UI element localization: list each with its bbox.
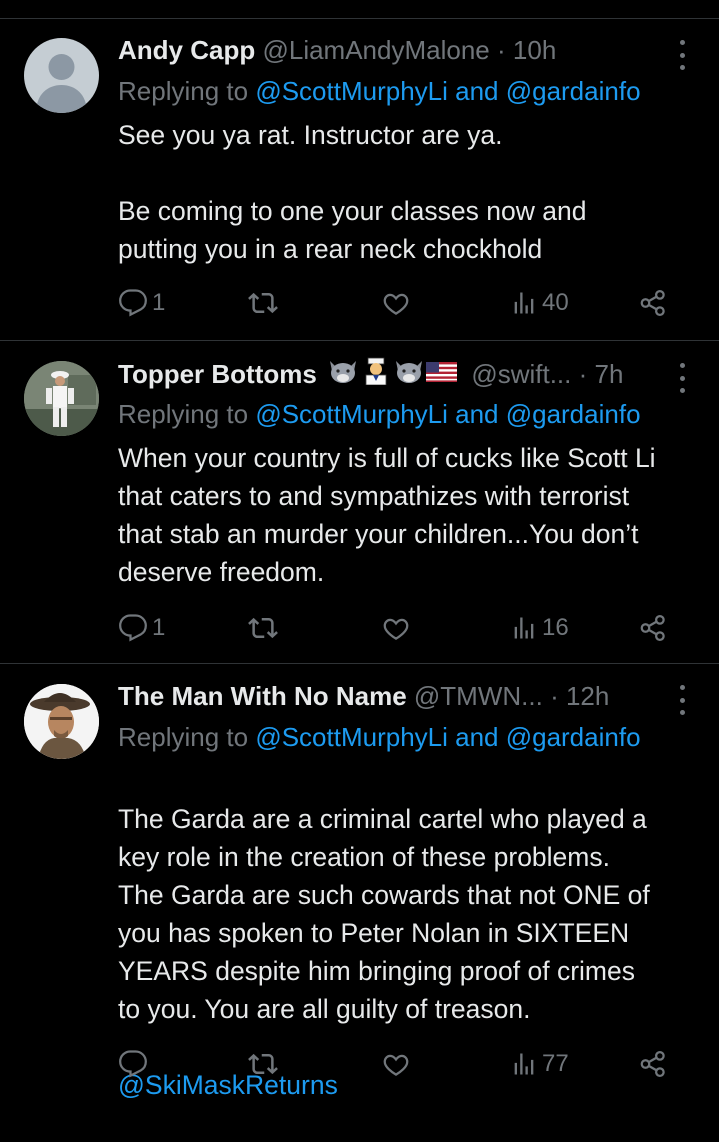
timestamp[interactable]: 7h [595,359,624,389]
reply-count: 1 [152,289,166,316]
heart-icon [383,293,409,315]
share-button[interactable] [638,286,668,320]
tweet-text: When your country is full of cucks like … [118,443,656,587]
replying-to: Replying to @ScottMurphyLi and @gardainf… [118,395,699,433]
views-icon [514,617,534,639]
tweet-header: The Man With No Name @TMWN... · 12h [118,676,649,716]
tweet-3[interactable]: The Man With No Name @TMWN... · 12h Repl… [0,664,719,1100]
user-handle[interactable]: @swift... [471,359,571,389]
views-icon [514,292,534,314]
more-icon[interactable] [677,40,687,70]
reply-icon [119,289,147,317]
tweet-header: Andy Capp @LiamAndyMalone · 10h [118,30,649,70]
action-bar: 1 16 [118,611,678,645]
more-icon[interactable] [677,685,687,715]
retweet-icon [248,1053,278,1075]
reply-button[interactable] [118,1047,148,1081]
reply-count: 1 [152,614,166,641]
views-count: 77 [542,1050,569,1077]
name-emojis [328,356,458,394]
reply-button[interactable]: 1 [118,611,165,645]
action-bar: 1 40 [118,286,678,320]
action-bar: 77 [118,1047,678,1081]
tweet-text: See you ya rat. Instructor are ya. Be co… [118,120,587,264]
replying-mentions[interactable]: @ScottMurphyLi and @gardainfo [255,722,640,752]
replying-prefix: Replying to [118,722,249,752]
tweet-header: Topper Bottoms @swift... · 7h [118,354,649,394]
reply-button[interactable]: 1 [118,286,165,320]
like-button[interactable] [380,611,412,645]
views-count: 16 [542,614,569,641]
avatar-man[interactable] [24,684,99,759]
share-icon [640,290,665,316]
tweet-text-main: The Garda are a criminal cartel who play… [118,804,650,1024]
user-handle[interactable]: @LiamAndyMalone [262,35,489,65]
default-profile-icon [36,54,87,113]
more-icon[interactable] [677,363,687,393]
timestamp[interactable]: 10h [513,35,556,65]
views-button[interactable]: 16 [510,611,569,645]
replying-to: Replying to @ScottMurphyLi and @gardainf… [118,718,699,756]
tweet-text: The Garda are a criminal cartel who play… [118,762,699,1142]
replying-mentions[interactable]: @ScottMurphyLi and @gardainfo [255,399,640,429]
views-count: 40 [542,289,569,316]
separator-dot: · [578,359,588,389]
avatar-sailor[interactable] [24,361,99,436]
retweet-button[interactable] [246,1047,280,1081]
display-name[interactable]: The Man With No Name [118,681,407,711]
man-avatar-image [24,684,99,759]
replying-to: Replying to @ScottMurphyLi and @gardainf… [118,72,699,110]
share-icon [640,1051,665,1077]
heart-icon [383,1054,409,1076]
share-button[interactable] [638,611,668,645]
display-name[interactable]: Topper Bottoms [118,359,317,389]
sailor-avatar-image [24,361,99,436]
reply-icon [119,614,147,642]
user-handle[interactable]: @TMWN... [414,681,543,711]
tweet-2[interactable]: Topper Bottoms @swift... · 7h Replying t… [0,341,719,663]
avatar-default[interactable] [24,38,99,113]
retweet-button[interactable] [246,611,280,645]
timestamp[interactable]: 12h [566,681,609,711]
replying-prefix: Replying to [118,76,249,106]
replying-prefix: Replying to [118,399,249,429]
views-icon [514,1053,534,1075]
display-name[interactable]: Andy Capp [118,35,255,65]
share-icon [640,615,665,641]
separator-dot: · [550,681,559,711]
tweet-1[interactable]: Andy Capp @LiamAndyMalone · 10h Replying… [0,0,719,340]
share-button[interactable] [638,1047,668,1081]
heart-icon [383,618,409,640]
separator-dot: · [497,35,506,65]
views-button[interactable]: 77 [510,1047,569,1081]
views-button[interactable]: 40 [510,286,569,320]
retweet-icon [248,617,278,639]
like-button[interactable] [380,286,412,320]
retweet-button[interactable] [246,286,280,320]
retweet-icon [248,292,278,314]
replying-mentions[interactable]: @ScottMurphyLi and @gardainfo [255,76,640,106]
emoji-wolf-sailor-wolf-flag-icon [330,357,458,386]
reply-icon [119,1050,147,1078]
like-button[interactable] [380,1047,412,1081]
